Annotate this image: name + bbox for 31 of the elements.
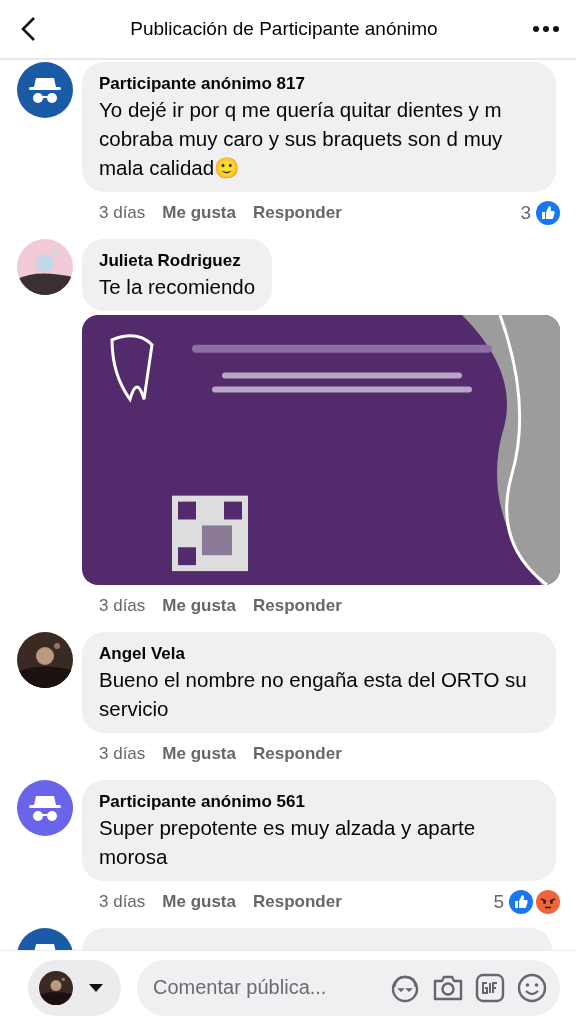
reaction-count: 3 [520,202,531,224]
more-icon [532,25,560,33]
header-title: Publicación de Participante anónimo [129,18,439,40]
comment-text: Te la recomiendo [99,274,256,300]
comment-time: 3 días [99,892,146,912]
like-button[interactable]: Me gusta [162,203,236,223]
comment-author: Julieta Rodriguez [99,250,242,272]
reply-button[interactable]: Responder [253,892,342,912]
comment-text: Super prepotente es muy alzada y aparte morosa [99,815,477,870]
comment-time: 3 días [99,203,146,223]
comment-author: Angel Vela [99,643,186,665]
emoji-icon[interactable] [516,971,548,1004]
back-button[interactable] [20,16,36,42]
back-icon [20,16,36,42]
comment-field[interactable]: Comentar pública... [153,976,378,999]
comment-time: 3 días [99,744,146,764]
like-button[interactable]: Me gusta [162,596,236,616]
like-button[interactable]: Me gusta [162,892,236,912]
like-button[interactable]: Me gusta [162,744,236,764]
reaction-count: 5 [493,891,504,913]
comment-author: Participante anónimo 561 [99,791,306,813]
caret-icon [89,983,103,992]
comment-text: Bueno el nombre no engaña esta del ORTO su servicio [99,667,528,722]
gif-icon[interactable] [475,972,505,1003]
more-button[interactable] [532,25,560,33]
reply-button[interactable]: Responder [253,744,342,764]
reply-button[interactable]: Responder [253,596,342,616]
reply-button[interactable]: Responder [253,203,342,223]
comment-text: Yo dejé ir por q me quería quitar dientes y m cobraba muy caro y sus braquets son d muy mala calidad🙂 [99,97,504,181]
comment-time: 3 días [99,596,146,616]
comment-author: Participante anónimo 817 [99,73,306,95]
